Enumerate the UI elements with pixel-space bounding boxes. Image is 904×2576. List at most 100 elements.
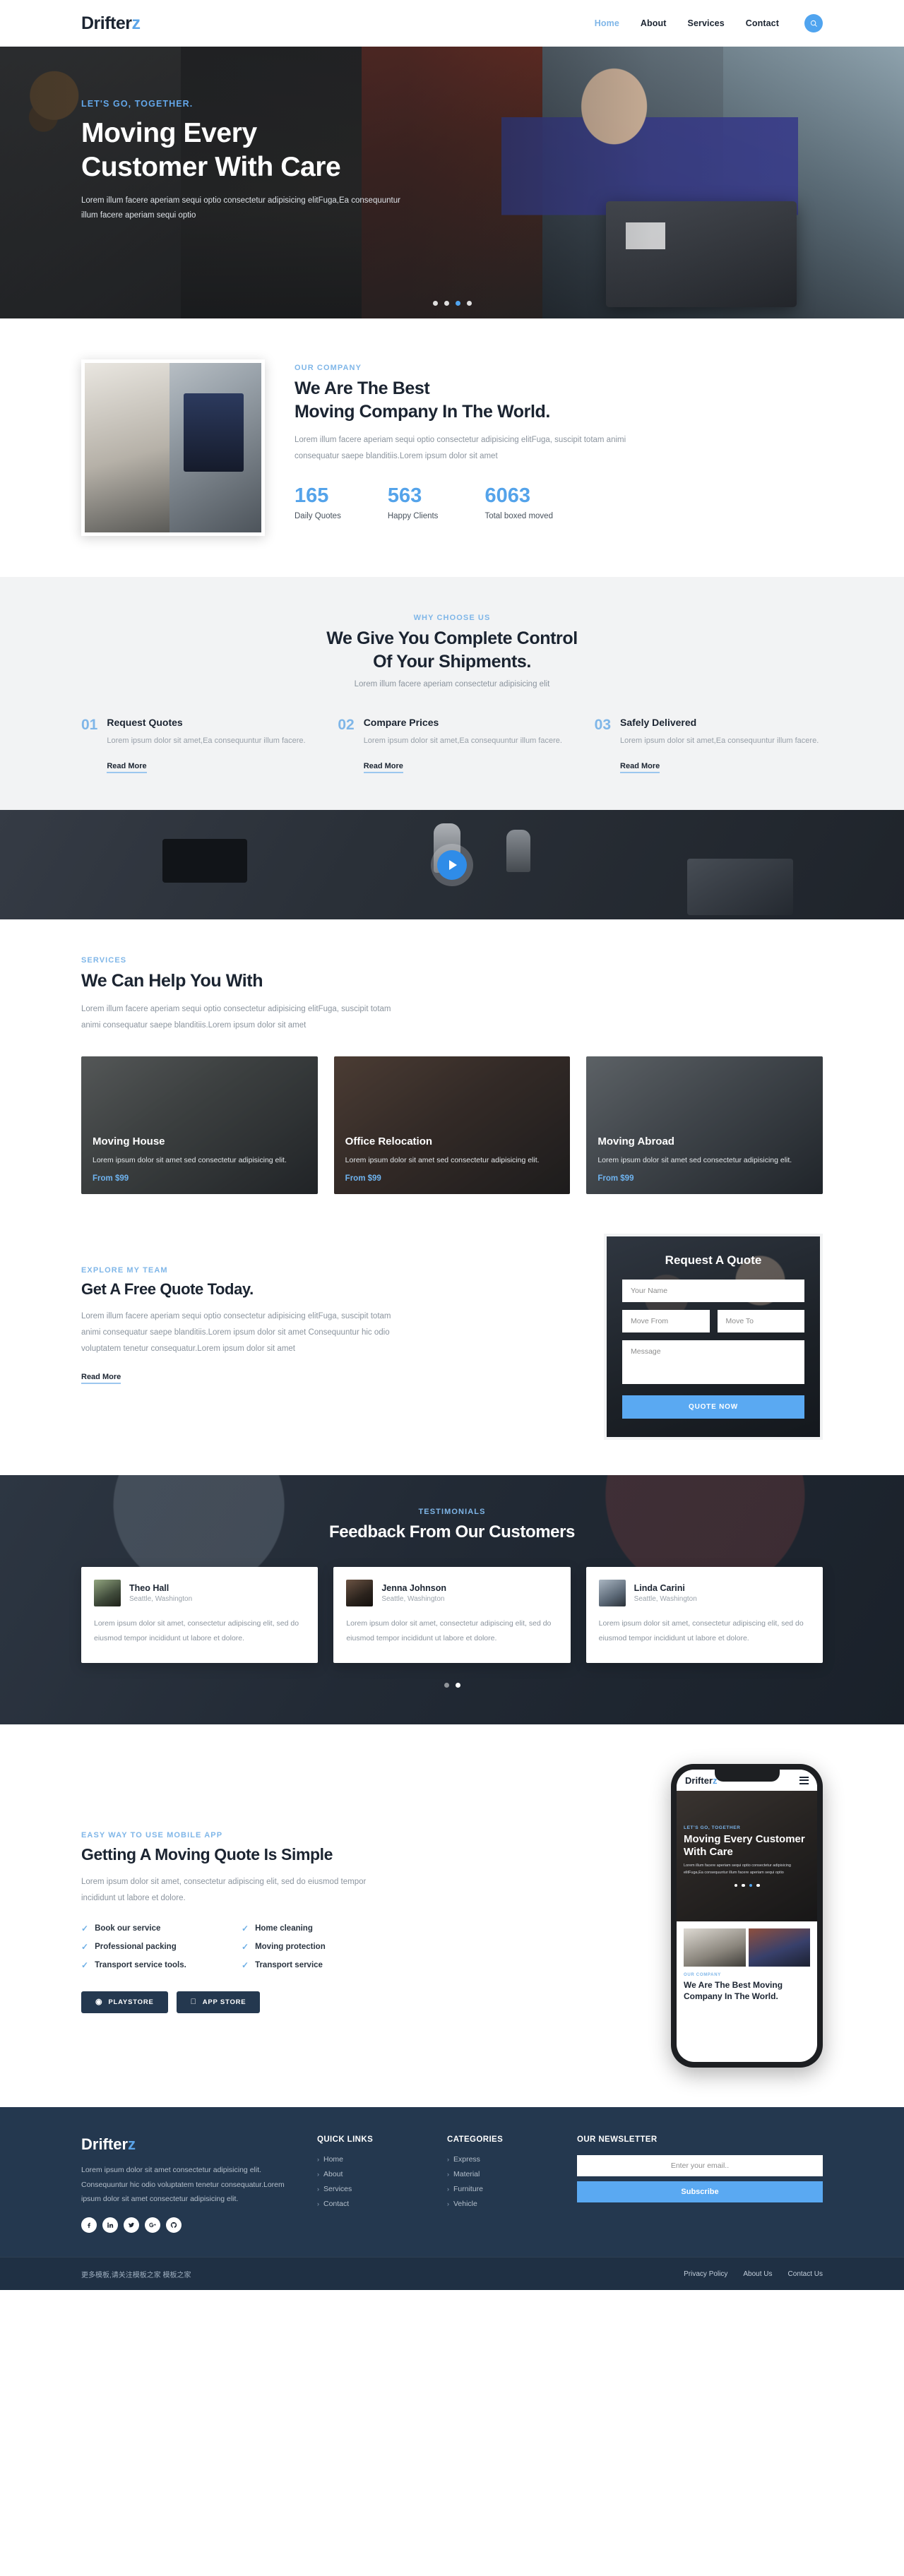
feature-item: ✓ Home cleaning xyxy=(242,1924,378,1933)
subscribe-button[interactable]: Subscribe xyxy=(577,2181,823,2203)
testimonial-card: Linda Carini Seattle, Washington Lorem i… xyxy=(585,1567,823,1664)
check-icon: ✓ xyxy=(81,1960,89,1970)
quote-description: Lorem illum facere aperiam sequi optio c… xyxy=(81,1312,391,1354)
why-steps: 01 Request Quotes Lorem ipsum dolor sit … xyxy=(81,717,823,774)
nav-item-services[interactable]: Services xyxy=(688,18,725,28)
quote-now-button[interactable]: QUOTE NOW xyxy=(622,1395,804,1419)
bottom-link-about-us[interactable]: About Us xyxy=(743,2270,772,2278)
testimonial-cards: Theo Hall Seattle, Washington Lorem ipsu… xyxy=(81,1567,823,1664)
avatar xyxy=(346,1580,374,1607)
phone-mockup: Drifterz LET'S GO, TOGETHER Moving Every… xyxy=(671,1764,823,2068)
quote-read-more-link[interactable]: Read More xyxy=(81,1373,121,1385)
site-logo[interactable]: Drifterz xyxy=(81,13,141,34)
appstore-button[interactable]:  APP STORE xyxy=(176,1991,261,2013)
nav-item-home[interactable]: Home xyxy=(595,18,619,28)
search-button[interactable] xyxy=(804,14,823,32)
hero-dot-4[interactable] xyxy=(466,301,472,306)
testimonial-name: Linda Carini xyxy=(634,1583,685,1594)
about-image xyxy=(81,359,265,536)
feature-label: Moving protection xyxy=(255,1942,326,1951)
newsletter-heading: OUR NEWSLETTER xyxy=(577,2135,658,2145)
footer-link-about[interactable]: › About xyxy=(317,2170,423,2178)
testimonial-name: Theo Hall xyxy=(129,1583,170,1594)
phone-about-images xyxy=(684,1928,810,1967)
service-card-office-relocation[interactable]: Office Relocation Lorem ipsum dolor sit … xyxy=(333,1056,571,1194)
github-icon[interactable] xyxy=(166,2217,182,2234)
hero-title-line1: Moving Every xyxy=(81,118,257,148)
category-link-vehicle[interactable]: › Vehicle xyxy=(447,2200,553,2208)
why-kicker: WHY CHOOSE US xyxy=(413,614,491,622)
chevron-right-icon: › xyxy=(447,2171,449,2178)
feature-label: Home cleaning xyxy=(255,1924,313,1933)
category-link-material[interactable]: › Material xyxy=(447,2170,553,2178)
footer-link-services[interactable]: › Services xyxy=(317,2185,423,2193)
testimonial-dot-2[interactable] xyxy=(455,1683,460,1688)
footer-link-home[interactable]: › Home xyxy=(317,2155,423,2164)
services-title: We Can Help You With xyxy=(81,971,263,991)
avatar xyxy=(598,1580,626,1607)
footer-bottom-bar: 更多模板,请关注模板之家 模板之家 Privacy Policy About U… xyxy=(0,2257,904,2291)
step-read-more-link[interactable]: Read More xyxy=(363,762,403,774)
why-title-line2: Of Your Shipments. xyxy=(373,651,531,672)
twitter-icon[interactable] xyxy=(124,2217,139,2234)
about-title-line1: We Are The Best xyxy=(295,378,430,398)
hero-title: Moving Every Customer With Care xyxy=(81,117,477,184)
hamburger-icon[interactable] xyxy=(799,1776,809,1784)
phone-logo: Drifterz xyxy=(685,1775,718,1786)
footer-logo[interactable]: Drifterz xyxy=(81,2135,293,2154)
playstore-button[interactable]: ◉ PLAYSTORE xyxy=(81,1991,168,2013)
services-section: SERVICES We Can Help You With Lorem illu… xyxy=(0,919,904,1227)
step-number: 03 xyxy=(594,717,612,733)
hero-dot-1[interactable] xyxy=(432,301,438,306)
move-to-input[interactable] xyxy=(717,1309,804,1332)
nav-item-about[interactable]: About xyxy=(641,18,667,28)
linkedin-icon[interactable] xyxy=(102,2217,118,2234)
app-feature-list: ✓ Book our service ✓ Home cleaning ✓ Profes… xyxy=(81,1924,378,1970)
message-textarea[interactable] xyxy=(622,1340,804,1384)
category-link-label: Express xyxy=(453,2155,480,2164)
testimonial-text: Lorem ipsum dolor sit amet, consectetur … xyxy=(94,1619,299,1643)
hero-dot-3[interactable] xyxy=(455,301,460,306)
bottom-link-contact-us[interactable]: Contact Us xyxy=(788,2270,823,2278)
step-read-more-link[interactable]: Read More xyxy=(107,762,147,774)
step-title: Safely Delivered xyxy=(620,717,697,728)
testimonial-dot-1[interactable] xyxy=(444,1683,449,1688)
facebook-icon[interactable] xyxy=(81,2217,97,2234)
move-from-input[interactable] xyxy=(622,1309,710,1332)
service-card-moving-abroad[interactable]: Moving Abroad Lorem ipsum dolor sit amet… xyxy=(586,1056,823,1194)
app-store-buttons: ◉ PLAYSTORE  APP STORE xyxy=(81,1991,643,2013)
step-number: 02 xyxy=(338,717,355,733)
step-text: Lorem ipsum dolor sit amet,Ea consequunt… xyxy=(363,737,562,745)
service-card-text: Lorem ipsum dolor sit amet sed consectet… xyxy=(93,1155,287,1164)
phone-slider-dots xyxy=(684,1883,810,1888)
newsletter-email-input[interactable] xyxy=(577,2155,823,2177)
step-item-2: 02 Compare Prices Lorem ipsum dolor sit … xyxy=(338,717,566,774)
testimonial-card: Theo Hall Seattle, Washington Lorem ipsu… xyxy=(81,1567,319,1664)
check-icon: ✓ xyxy=(242,1960,249,1970)
footer-link-contact[interactable]: › Contact xyxy=(317,2200,423,2208)
nav-item-contact[interactable]: Contact xyxy=(746,18,779,28)
step-title: Request Quotes xyxy=(107,717,183,728)
chevron-right-icon: › xyxy=(317,2200,319,2208)
about-kicker: OUR COMPANY xyxy=(295,364,362,372)
playstore-icon: ◉ xyxy=(95,1997,103,2006)
hero-dot-2[interactable] xyxy=(444,301,449,306)
bottom-link-privacy-policy[interactable]: Privacy Policy xyxy=(684,2270,727,2278)
quote-title: Get A Free Quote Today. xyxy=(81,1280,254,1298)
step-read-more-link[interactable]: Read More xyxy=(620,762,660,774)
testimonial-text: Lorem ipsum dolor sit amet, consectetur … xyxy=(346,1619,552,1643)
service-card-moving-house[interactable]: Moving House Lorem ipsum dolor sit amet … xyxy=(81,1056,318,1194)
service-card-title: Office Relocation xyxy=(345,1135,433,1147)
why-subtitle: Lorem illum facere aperiam consectetur a… xyxy=(354,680,550,688)
hero-subtitle: Lorem illum facere aperiam sequi optio c… xyxy=(81,196,400,220)
category-link-express[interactable]: › Express xyxy=(447,2155,553,2164)
stat-label: Daily Quotes xyxy=(295,512,341,520)
name-input[interactable] xyxy=(622,1279,804,1302)
service-card-price: From $99 xyxy=(93,1174,129,1183)
play-video-button[interactable] xyxy=(437,849,467,880)
chevron-right-icon: › xyxy=(447,2186,449,2193)
googleplus-icon[interactable] xyxy=(145,2217,160,2234)
category-link-furniture[interactable]: › Furniture xyxy=(447,2185,553,2193)
footer-description: Lorem ipsum dolor sit amet consectetur a… xyxy=(81,2166,285,2203)
check-icon: ✓ xyxy=(81,1941,89,1952)
